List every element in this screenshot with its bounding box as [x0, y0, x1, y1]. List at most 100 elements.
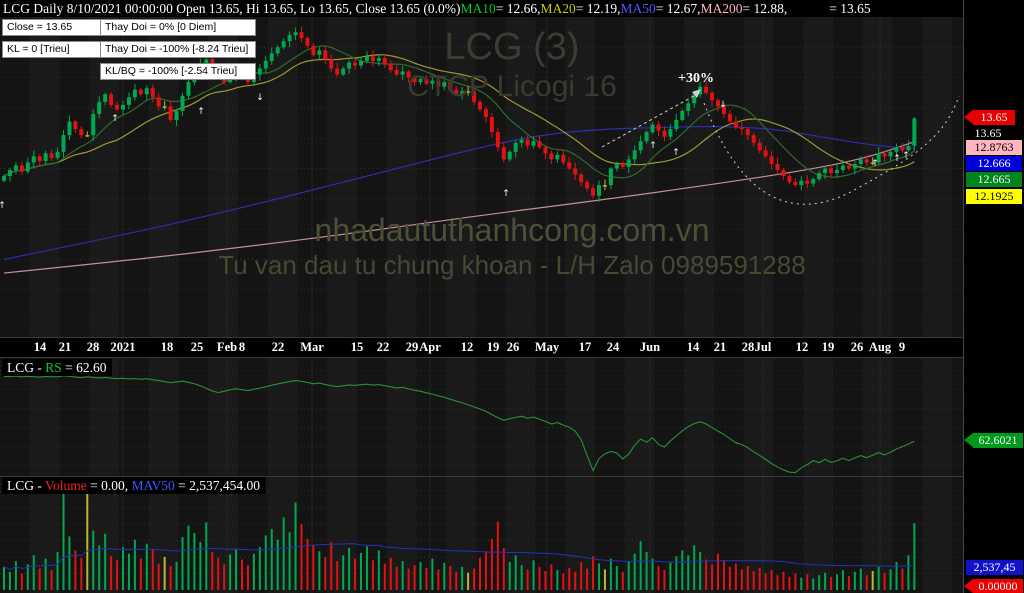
volume-bar	[92, 530, 95, 590]
volume-bar	[645, 552, 648, 590]
volume-bar	[734, 563, 737, 590]
candle-body	[656, 124, 661, 131]
volume-bar	[407, 568, 410, 590]
volume-bar	[853, 571, 856, 590]
week-band	[267, 0, 298, 593]
stock-chart-app: ↑↑↑↑↑↑↑↑↑↓↓↓ LCG (3) CTCP Licogi 16 nhad…	[0, 0, 1024, 593]
candle-body	[483, 109, 488, 117]
volume-bar	[324, 557, 327, 590]
volume-bar	[241, 559, 243, 590]
volume-bar	[223, 564, 226, 590]
volume-bar	[348, 547, 351, 590]
volume-bar	[306, 538, 309, 590]
date-axis-tick: 26	[850, 340, 864, 354]
candle-body	[858, 159, 863, 164]
candle-body	[150, 88, 155, 98]
volume-bar	[26, 564, 29, 590]
date-axis-tick: 22	[271, 340, 285, 354]
candle-body	[882, 153, 887, 157]
volume-bar	[812, 578, 815, 590]
volume-bar	[687, 555, 690, 590]
candle-body	[448, 82, 453, 90]
rs-value-tag: 62.6021	[964, 433, 1023, 448]
week-band	[29, 0, 60, 593]
volume-bar	[496, 521, 499, 590]
candle-body	[573, 168, 578, 175]
volume-bar	[383, 563, 386, 590]
week-band	[743, 0, 774, 593]
candle-body	[109, 94, 114, 105]
volume-bar	[419, 561, 422, 590]
header-segment: LCG -	[7, 478, 46, 493]
candle-body	[281, 41, 286, 48]
candle-body	[537, 141, 542, 148]
volume-bar	[717, 553, 719, 590]
date-axis-tick: 18	[160, 340, 174, 354]
sell-signal-arrow-icon: ↓	[719, 100, 727, 110]
candle-body	[359, 60, 363, 66]
volume-bar	[437, 569, 440, 590]
chart-title-bar: LCG Daily 8/10/2021 00:00:00 Open 13.65,…	[3, 0, 871, 17]
date-axis-tick: May	[534, 340, 560, 354]
candle-body	[579, 174, 584, 183]
volume-bar	[818, 575, 821, 590]
volume-bar	[651, 558, 654, 590]
volume-bar	[473, 568, 476, 590]
info-box[interactable]: Thay Doi = -100% [-8.24 Trieu]	[100, 41, 256, 58]
price-value-tag: 12.666	[966, 156, 1022, 171]
candle-body	[156, 97, 161, 107]
candle-body	[7, 170, 12, 177]
volume-value-tag: 2,537,45	[966, 560, 1023, 575]
volume-bar	[288, 532, 291, 590]
volume-bar	[841, 570, 844, 590]
candle-body	[400, 71, 405, 75]
title-segment: MA200	[700, 1, 743, 16]
title-segment: = 12.66,	[495, 1, 541, 16]
date-axis-tick: Jun	[639, 340, 661, 354]
candle-body	[121, 104, 125, 110]
candle-body	[632, 150, 637, 160]
info-box[interactable]: KL/BQ = -100% [-2.54 Trieu]	[100, 63, 256, 80]
volume-bar	[270, 528, 273, 590]
volume-bar	[806, 574, 809, 590]
week-band	[803, 0, 833, 593]
plus30-annotation: +30%	[678, 71, 714, 86]
volume-bar	[139, 558, 142, 590]
volume-bar	[371, 560, 374, 590]
chart-canvas[interactable]: ↑↑↑↑↑↑↑↑↑↓↓↓	[0, 0, 1024, 593]
volume-bar	[508, 561, 511, 590]
candle-body	[751, 135, 756, 143]
volume-bar	[603, 569, 606, 590]
candle-body	[2, 176, 6, 181]
volume-bar	[657, 566, 660, 590]
date-axis-tick: 24	[606, 340, 620, 354]
volume-bar	[395, 566, 398, 590]
candle-body	[406, 71, 411, 78]
volume-bar	[365, 546, 368, 590]
volume-bar	[252, 553, 255, 590]
date-axis-tick: 12	[795, 340, 809, 354]
buy-signal-arrow-icon: ↑	[0, 201, 6, 211]
candle-body	[739, 127, 744, 130]
candle-body	[912, 118, 917, 146]
info-box[interactable]: Close = 13.65	[2, 19, 103, 36]
week-band	[922, 0, 952, 593]
volume-bar	[300, 524, 303, 590]
volume-bar	[705, 559, 708, 590]
volume-bar	[699, 552, 702, 590]
candle-body	[531, 141, 536, 146]
volume-bar	[80, 557, 83, 590]
date-axis-tick: 21	[58, 340, 72, 354]
volume-bar	[740, 569, 743, 590]
candle-body	[162, 106, 167, 108]
volume-bar	[574, 571, 577, 590]
date-axis-tick: Aug	[868, 340, 892, 354]
candle-body	[353, 62, 358, 66]
candle-body	[662, 130, 667, 137]
volume-bar	[104, 533, 107, 590]
date-axis-tick: 17	[578, 340, 592, 354]
title-segment: MA10	[460, 1, 496, 16]
info-box[interactable]: KL = 0 [Trieu]	[2, 41, 103, 58]
info-box[interactable]: Thay Doi = 0% [0 Diem]	[100, 19, 256, 36]
candle-body	[418, 79, 423, 83]
